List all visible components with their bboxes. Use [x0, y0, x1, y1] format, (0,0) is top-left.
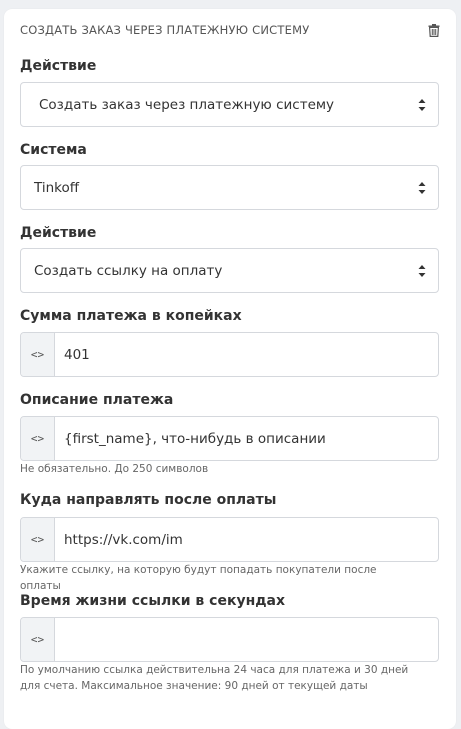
select-arrows-icon — [418, 182, 426, 194]
amount-label: Сумма платежа в копейках — [20, 308, 242, 324]
variables-addon-button[interactable]: <> — [21, 417, 55, 460]
redirect-hint: Укажите ссылку, на которую будут попадат… — [20, 564, 377, 592]
payment-action-select[interactable]: Создать ссылку на оплату — [20, 248, 439, 293]
trash-icon[interactable] — [428, 24, 440, 37]
action-label: Действие — [20, 58, 97, 74]
lifetime-hint: По умолчанию ссылка действительна 24 час… — [20, 664, 409, 692]
action-select[interactable]: Создать заказ через платежную систему — [20, 82, 439, 127]
description-label: Описание платежа — [20, 392, 174, 408]
select-arrows-icon — [418, 99, 426, 111]
card-title: СОЗДАТЬ ЗАКАЗ ЧЕРЕЗ ПЛАТЕЖНУЮ СИСТЕМУ — [20, 23, 310, 37]
action-label: Действие — [20, 225, 97, 241]
system-select-value: Tinkoff — [34, 179, 80, 196]
amount-field: <> 401 — [20, 332, 439, 377]
redirect-field: <> https://vk.com/im — [20, 517, 439, 562]
description-field: <> {first_name}, что-нибудь в описании — [20, 416, 439, 461]
payment-action-select-value: Создать ссылку на оплату — [34, 262, 223, 279]
system-select[interactable]: Tinkoff — [20, 165, 439, 210]
lifetime-field: <> — [20, 617, 439, 662]
description-input[interactable]: {first_name}, что-нибудь в описании — [55, 417, 438, 460]
lifetime-label: Время жизни ссылки в секундах — [20, 593, 286, 609]
amount-input[interactable]: 401 — [55, 333, 438, 376]
lifetime-input[interactable] — [55, 618, 438, 661]
system-label: Система — [20, 142, 87, 158]
variables-addon-button[interactable]: <> — [21, 618, 55, 661]
redirect-label: Куда направлять после оплаты — [20, 492, 277, 508]
redirect-url-input[interactable]: https://vk.com/im — [55, 518, 438, 561]
variables-addon-button[interactable]: <> — [21, 333, 55, 376]
payment-order-card: СОЗДАТЬ ЗАКАЗ ЧЕРЕЗ ПЛАТЕЖНУЮ СИСТЕМУ Де… — [4, 9, 456, 729]
select-arrows-icon — [418, 265, 426, 277]
variables-addon-button[interactable]: <> — [21, 518, 55, 561]
description-hint: Не обязательно. До 250 символов — [20, 463, 209, 475]
action-select-value: Создать заказ через платежную систему — [39, 96, 335, 113]
